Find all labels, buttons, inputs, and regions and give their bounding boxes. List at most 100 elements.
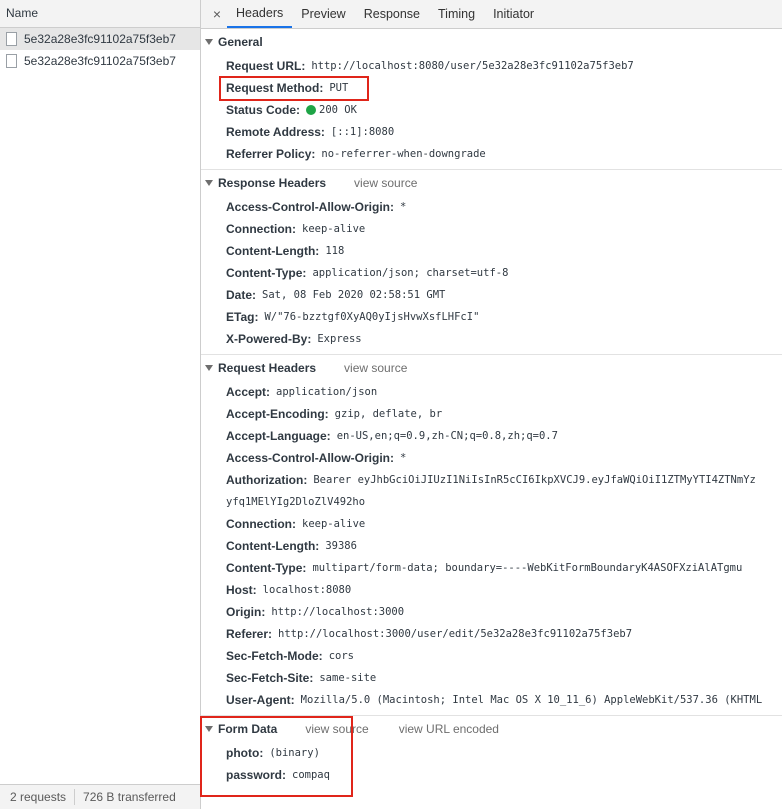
header-value: keep-alive <box>302 518 366 530</box>
header-key: Remote Address: <box>226 125 325 139</box>
header-key: X-Powered-By: <box>226 332 312 346</box>
header-row: Content-Length: 39386 <box>201 535 782 557</box>
document-icon <box>6 54 17 68</box>
header-value: 200 OK <box>319 104 357 116</box>
header-row: Sec-Fetch-Site: same-site <box>201 667 782 689</box>
section-title: General <box>218 35 263 49</box>
tab-headers[interactable]: Headers <box>227 0 293 28</box>
divider <box>74 789 76 805</box>
general-section-header[interactable]: General <box>201 29 782 55</box>
header-key: Sec-Fetch-Site: <box>226 671 314 685</box>
tab-response[interactable]: Response <box>355 0 429 28</box>
header-row: Request Method: PUT <box>201 77 782 99</box>
header-value: [::1]:8080 <box>330 126 395 138</box>
header-value: W/"76-bzztgf0XyAQ0yIjsHvwXsfLHFcI" <box>264 311 480 323</box>
name-column-header[interactable]: Name <box>0 0 200 28</box>
header-value: localhost:8080 <box>262 584 352 596</box>
header-key: Request Method: <box>226 81 324 95</box>
header-value: http://localhost:8080/user/5e32a28e3fc91… <box>311 60 634 72</box>
header-value: cors <box>328 650 354 662</box>
view-source-link[interactable]: view source <box>354 176 417 190</box>
header-value: 39386 <box>325 540 357 552</box>
form-data-section-header[interactable]: Form Data view source view URL encoded <box>201 716 782 742</box>
transferred-size: 726 B transferred <box>83 790 176 804</box>
header-row: Content-Type: multipart/form-data; bounda… <box>201 557 782 579</box>
status-ok-icon <box>306 105 317 115</box>
section-title: Form Data <box>218 722 278 736</box>
header-value: same-site <box>319 672 377 684</box>
header-row: Accept-Language: en-US,en;q=0.9,zh-CN;q=0… <box>201 425 782 447</box>
header-value: Sat, 08 Feb 2020 02:58:51 GMT <box>262 289 446 301</box>
tab-initiator[interactable]: Initiator <box>484 0 543 28</box>
header-key: Content-Length: <box>226 539 320 553</box>
request-row[interactable]: 5e32a28e3fc91102a75f3eb7 <box>0 50 200 72</box>
header-value: PUT <box>329 82 349 94</box>
header-value: multipart/form-data; boundary=----WebKit… <box>312 562 743 574</box>
form-data-section: Form Data view source view URL encoded p… <box>201 716 782 790</box>
header-value: * <box>400 452 407 464</box>
header-key: Access-Control-Allow-Origin: <box>226 200 395 214</box>
header-key: Accept-Language: <box>226 429 331 443</box>
form-field-row: photo: (binary) <box>201 742 782 764</box>
header-value: * <box>400 201 407 213</box>
general-section: General Request URL: http://localhost:808… <box>201 29 782 170</box>
request-name: 5e32a28e3fc91102a75f3eb7 <box>24 54 176 68</box>
header-row-continuation: yfq1MElYIg2DloZlV492ho <box>201 491 782 513</box>
header-value: en-US,en;q=0.9,zh-CN;q=0.8,zh;q=0.7 <box>336 430 558 442</box>
header-row: Sec-Fetch-Mode: cors <box>201 645 782 667</box>
header-row: Status Code: 200 OK <box>201 99 782 121</box>
header-row: ETag: W/"76-bzztgf0XyAQ0yIjsHvwXsfLHFcI" <box>201 306 782 328</box>
close-icon[interactable]: × <box>207 0 227 28</box>
response-headers-section-header[interactable]: Response Headers view source <box>201 170 782 196</box>
header-row: Connection: keep-alive <box>201 218 782 240</box>
request-name: 5e32a28e3fc91102a75f3eb7 <box>24 32 176 46</box>
tab-bar: × Headers Preview Response Timing Initia… <box>201 0 782 29</box>
header-key: ETag: <box>226 310 259 324</box>
header-key: Sec-Fetch-Mode: <box>226 649 323 663</box>
view-url-encoded-link[interactable]: view URL encoded <box>399 722 499 736</box>
header-row: Content-Type: application/json; charset=u… <box>201 262 782 284</box>
request-count: 2 requests <box>10 790 67 804</box>
view-source-link[interactable]: view source <box>305 722 368 736</box>
header-key: Access-Control-Allow-Origin: <box>226 451 395 465</box>
form-field-key: photo: <box>226 746 264 760</box>
tab-timing[interactable]: Timing <box>429 0 484 28</box>
request-row-selected[interactable]: 5e32a28e3fc91102a75f3eb7 <box>0 28 200 50</box>
view-source-link[interactable]: view source <box>344 361 407 375</box>
header-value: gzip, deflate, br <box>334 408 443 420</box>
header-key: Referer: <box>226 627 273 641</box>
header-row: Remote Address: [::1]:8080 <box>201 121 782 143</box>
header-value: Bearer eyJhbGciOiJIUzI1NiIsInR5cCI6IkpXV… <box>313 474 756 486</box>
form-field-row: password: compaq <box>201 764 782 786</box>
header-row: Host: localhost:8080 <box>201 579 782 601</box>
header-row: Connection: keep-alive <box>201 513 782 535</box>
header-value: application/json <box>276 386 378 398</box>
header-value: no-referrer-when-downgrade <box>321 148 486 160</box>
header-value: 118 <box>325 245 345 257</box>
form-field-value: compaq <box>292 769 330 781</box>
header-value: Mozilla/5.0 (Macintosh; Intel Mac OS X 1… <box>300 694 763 706</box>
header-row: Accept: application/json <box>201 381 782 403</box>
header-key: Host: <box>226 583 257 597</box>
header-row: Authorization: Bearer eyJhbGciOiJIUzI1NiI… <box>201 469 782 491</box>
header-key: Accept: <box>226 385 271 399</box>
header-key: Status Code: <box>226 103 301 117</box>
header-row: Origin: http://localhost:3000 <box>201 601 782 623</box>
tab-preview[interactable]: Preview <box>292 0 354 28</box>
header-key: Request URL: <box>226 59 306 73</box>
header-key: Origin: <box>226 605 266 619</box>
section-title: Response Headers <box>218 176 327 190</box>
header-row: Referer: http://localhost:3000/user/edit/… <box>201 623 782 645</box>
header-row: Accept-Encoding: gzip, deflate, br <box>201 403 782 425</box>
header-row: Referrer Policy: no-referrer-when-downgra… <box>201 143 782 165</box>
header-row: User-Agent: Mozilla/5.0 (Macintosh; Intel… <box>201 689 782 711</box>
request-headers-section-header[interactable]: Request Headers view source <box>201 355 782 381</box>
header-row: Request URL: http://localhost:8080/user/5… <box>201 55 782 77</box>
header-key: Accept-Encoding: <box>226 407 329 421</box>
document-icon <box>6 32 17 46</box>
header-value: yfq1MElYIg2DloZlV492ho <box>226 496 366 508</box>
section-title: Request Headers <box>218 361 317 375</box>
expand-triangle-icon <box>205 365 213 371</box>
header-value: http://localhost:3000 <box>271 606 405 618</box>
request-headers-section: Request Headers view source Accept: appli… <box>201 355 782 716</box>
